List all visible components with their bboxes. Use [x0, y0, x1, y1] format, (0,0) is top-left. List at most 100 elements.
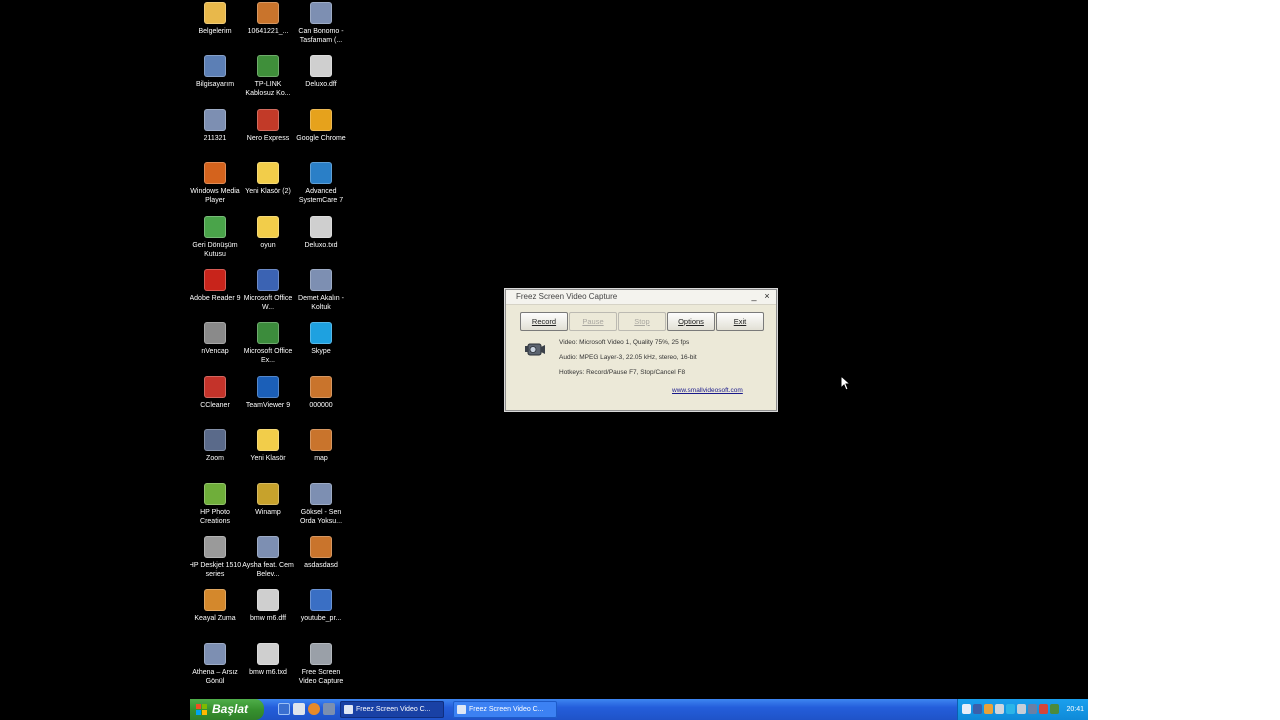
desktop-icon-yeni-klasor-2[interactable]: Yeni Klasör (2) — [240, 162, 296, 196]
desktop-icon-label: Zoom — [206, 455, 224, 463]
close-icon[interactable]: × — [761, 291, 773, 302]
tray-app-icon[interactable] — [984, 704, 993, 714]
recycle-bin-icon — [204, 215, 226, 238]
desktop-icon-deluxo-txd[interactable]: Deluxo.txd — [293, 215, 349, 250]
desktop-icon-label: Göksel - Sen Orda Yoksu... — [299, 508, 343, 525]
wireless-utility-icon — [257, 55, 279, 78]
desktop-icon-belgelerim[interactable]: Belgelerim — [190, 2, 243, 36]
desktop-icon-recycle-bin[interactable]: Geri Dönüşüm Kutusu — [190, 215, 243, 259]
desktop-icon-office-excel[interactable]: Microsoft Office Ex... — [240, 322, 296, 365]
taskbar-item[interactable]: Freez Screen Video C... — [453, 701, 557, 718]
desktop-icon-hp-photo[interactable]: HP Photo Creations — [190, 482, 243, 526]
skype-tray-icon[interactable] — [1006, 704, 1015, 714]
desktop-icon-label: oyun — [260, 241, 276, 249]
media-file-icon — [257, 536, 279, 558]
options-button[interactable]: Options — [667, 312, 715, 331]
desktop-icon-windows-media-player[interactable]: Windows Media Player — [190, 162, 243, 205]
screen-border — [1088, 0, 1280, 720]
taskbar-item-label: Freez Screen Video C... — [356, 706, 431, 713]
desktop-icon-zoom[interactable]: Zoom — [190, 429, 243, 463]
pdf-reader-icon — [204, 269, 226, 291]
desktop-icon-label: Demet Akalın - Koltuk — [298, 295, 344, 311]
desktop-icon-yeni-klasor[interactable]: Yeni Klasör — [240, 429, 296, 463]
quicklaunch-browser-icon[interactable] — [308, 703, 320, 715]
help-icon[interactable] — [962, 704, 971, 714]
word-icon — [257, 269, 279, 291]
desktop-icon-google-chrome[interactable]: Google Chrome — [293, 108, 349, 143]
ccleaner-icon — [204, 375, 226, 398]
winamp-icon — [257, 482, 279, 505]
desktop-icon-tp-link[interactable]: TP-LINK Kablosuz Ko... — [240, 55, 296, 98]
desktop-icon-label: Nero Express — [246, 134, 290, 142]
image-file-icon — [310, 429, 332, 452]
tray-app-icon[interactable] — [1028, 704, 1037, 714]
image-file-icon — [310, 375, 332, 398]
document-file-icon — [310, 55, 332, 78]
website-link[interactable]: www.smallvideosoft.com — [672, 387, 743, 394]
desktop-icon-free-screen-video-capture[interactable]: Free Screen Video Capture — [293, 642, 349, 686]
audio-info-text: Audio: MPEG Layer-3, 22.05 kHz, stereo, … — [559, 354, 697, 361]
desktop-icon-oyun[interactable]: oyun — [240, 215, 296, 250]
photo-app-icon — [204, 482, 226, 505]
desktop-icon-bilgisayarim[interactable]: Bilgisayarım — [190, 55, 243, 89]
record-button[interactable]: Record — [520, 312, 568, 331]
desktop-icon-label: bmw m6.txd — [249, 668, 287, 676]
image-file-icon — [310, 589, 332, 612]
desktop-icon-athena[interactable]: Athena – Arsız Gönül — [190, 642, 243, 686]
media-file-icon — [310, 482, 332, 505]
desktop-icon-adobe-reader[interactable]: Adobe Reader 9 — [190, 269, 243, 303]
desktop-icon-label: Winamp — [255, 508, 281, 516]
taskbar-item-active[interactable]: Freez Screen Video C... — [340, 701, 444, 718]
network-icon[interactable] — [995, 704, 1004, 714]
dialog-title: Freez Screen Video Capture — [516, 292, 618, 301]
start-button[interactable]: Başlat — [190, 699, 264, 720]
pause-button[interactable]: Pause — [569, 312, 617, 331]
image-file-icon — [257, 2, 279, 24]
volume-icon[interactable] — [1017, 704, 1026, 714]
clock[interactable]: 20:41 — [1066, 699, 1084, 720]
desktop-icon-bmw-dff[interactable]: bmw m6.dff — [240, 589, 296, 623]
desktop-icon-deluxo-dff[interactable]: Deluxo.dff — [293, 55, 349, 89]
quicklaunch-explorer-icon[interactable] — [293, 703, 305, 715]
desktop-icon-winamp[interactable]: Winamp — [240, 482, 296, 517]
desktop-icon-10641221[interactable]: 10641221_... — [240, 2, 296, 36]
desktop-icon-advanced-systemcare[interactable]: Advanced SystemCare 7 — [293, 162, 349, 205]
windows-flag-icon — [196, 704, 207, 715]
binoculars-icon — [204, 429, 226, 452]
dialog-titlebar[interactable]: Freez Screen Video Capture _ × — [506, 290, 776, 305]
desktop-icon-label: Microsoft Office Ex... — [243, 348, 293, 365]
desktop-icon-ccleaner[interactable]: CCleaner — [190, 375, 243, 410]
desktop-icon-000000[interactable]: 000000 — [293, 375, 349, 410]
desktop-icon-youtube[interactable]: youtube_pr... — [293, 589, 349, 623]
desktop-icon-asdasdasd[interactable]: asdasdasd — [293, 536, 349, 570]
desktop-icon-map[interactable]: map — [293, 429, 349, 463]
desktop-icon-label: Google Chrome — [296, 134, 346, 142]
desktop-icon-label: Windows Media Player — [190, 188, 240, 205]
quicklaunch-desktop-icon[interactable] — [278, 703, 290, 715]
desktop-icon-teamviewer[interactable]: TeamViewer 9 — [240, 375, 296, 410]
document-file-icon — [310, 215, 332, 238]
tray-app-icon[interactable] — [1050, 704, 1059, 714]
tray-app-icon[interactable] — [1039, 704, 1048, 714]
desktop-icon-skype[interactable]: Skype — [293, 322, 349, 356]
desktop-icon-bmw-txd[interactable]: bmw m6.txd — [240, 642, 296, 677]
minimize-icon[interactable]: _ — [748, 291, 760, 302]
desktop-icon-211321[interactable]: 211321 — [190, 108, 243, 143]
quicklaunch-media-icon[interactable] — [323, 703, 335, 715]
desktop-icon-nero-express[interactable]: Nero Express — [240, 108, 296, 143]
desktop-icon-zuma[interactable]: Keayal Zuma — [190, 589, 243, 623]
desktop-icon-can-bonomo[interactable]: Can Bonomo - Tasfamam (... — [293, 2, 349, 45]
desktop-icon-aysha[interactable]: Aysha feat. Cem Belev... — [240, 536, 296, 579]
tray-app-icon[interactable] — [973, 704, 982, 714]
excel-icon — [257, 322, 279, 345]
desktop-icon-label: Microsoft Office W... — [243, 295, 293, 311]
desktop-icon-hp-deskjet[interactable]: HP Deskjet 1510 series — [190, 536, 243, 579]
exit-button[interactable]: Exit — [716, 312, 764, 331]
desktop-icon-goksel[interactable]: Göksel - Sen Orda Yoksu... — [293, 482, 349, 526]
desktop-icon-demet-akalin[interactable]: Demet Akalın - Koltuk — [293, 269, 349, 312]
desktop-icon-office-word[interactable]: Microsoft Office W... — [240, 269, 296, 312]
desktop-icon-nvencap[interactable]: nVencap — [190, 322, 243, 356]
stop-button[interactable]: Stop — [618, 312, 666, 331]
video-capture-icon — [344, 705, 353, 714]
document-file-icon — [257, 589, 279, 612]
